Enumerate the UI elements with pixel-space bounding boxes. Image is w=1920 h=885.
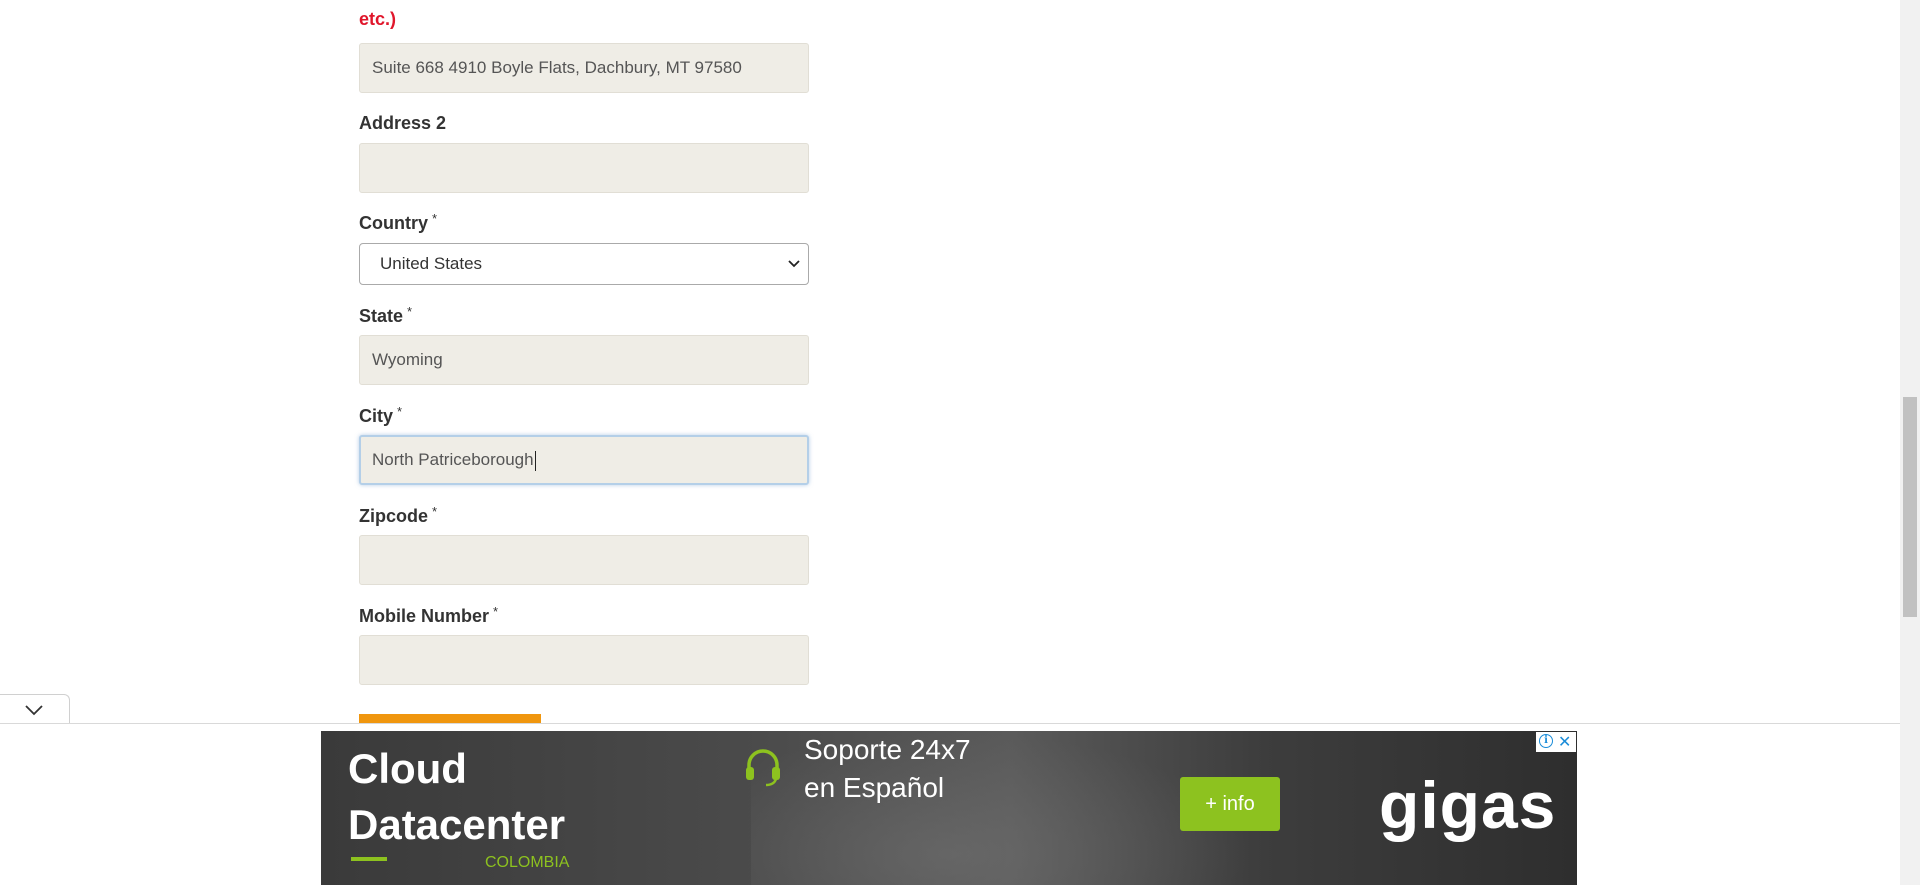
headset-icon	[741, 745, 785, 794]
mobile-label: Mobile Number *	[359, 604, 499, 627]
country-label: Country *	[359, 211, 438, 234]
mobile-input[interactable]	[359, 635, 809, 685]
address2-label-text: Address 2	[359, 113, 447, 133]
mobile-label-text: Mobile Number	[359, 606, 490, 626]
city-input[interactable]: North Patriceborough	[359, 435, 809, 485]
ad-title-line1: Cloud	[348, 745, 467, 792]
ad-accent-line	[351, 857, 387, 861]
ad-country: COLOMBIA	[485, 854, 570, 871]
zipcode-input[interactable]	[359, 535, 809, 585]
scrollbar-thumb[interactable]	[1903, 397, 1917, 617]
state-label: State *	[359, 304, 413, 327]
state-input[interactable]: Wyoming	[359, 335, 809, 385]
country-label-text: Country	[359, 213, 428, 233]
ad-title: Cloud Datacenter	[348, 741, 648, 853]
required-marker: *	[432, 504, 438, 519]
zipcode-label: Zipcode *	[359, 504, 438, 527]
required-marker: *	[407, 304, 413, 319]
required-marker: *	[493, 604, 499, 619]
vertical-scrollbar[interactable]	[1900, 0, 1920, 885]
address-note: etc.)	[359, 9, 397, 29]
ad-banner[interactable]: Cloud Datacenter COLOMBIA Soporte 24x7 e…	[321, 731, 1577, 885]
ad-choices[interactable]: i ✕	[1536, 732, 1576, 752]
ad-info-button[interactable]: + info	[1180, 777, 1280, 831]
ad-title-line2: Datacenter	[348, 801, 566, 848]
info-icon[interactable]: i	[1539, 734, 1553, 748]
chevron-down-icon	[25, 705, 43, 716]
country-select[interactable]: United States	[359, 243, 809, 285]
country-select-value: United States	[380, 254, 483, 273]
address2-input[interactable]	[359, 143, 809, 193]
city-label: City *	[359, 404, 403, 427]
state-label-text: State	[359, 306, 404, 326]
text-caret	[534, 450, 536, 471]
divider	[0, 723, 1900, 724]
required-marker: *	[432, 211, 438, 226]
close-icon[interactable]: ✕	[1558, 733, 1571, 750]
ad-support-line1: Soporte 24x7	[804, 734, 971, 765]
zipcode-label-text: Zipcode	[359, 506, 429, 526]
address1-input[interactable]: Suite 668 4910 Boyle Flats, Dachbury, MT…	[359, 43, 809, 93]
ad-support-text: Soporte 24x7 en Español	[804, 731, 1044, 807]
ad-support-line2: en Español	[804, 772, 945, 803]
address2-label: Address 2	[359, 113, 446, 134]
required-marker: *	[397, 404, 403, 419]
ad-brand-logo: gigas	[1379, 768, 1557, 842]
ad-collapse-toggle[interactable]	[0, 694, 70, 723]
page: etc.) Suite 668 4910 Boyle Flats, Dachbu…	[0, 0, 1920, 885]
city-label-text: City	[359, 406, 394, 426]
city-input-value: North Patriceborough	[372, 450, 534, 469]
chevron-down-icon	[788, 244, 800, 299]
